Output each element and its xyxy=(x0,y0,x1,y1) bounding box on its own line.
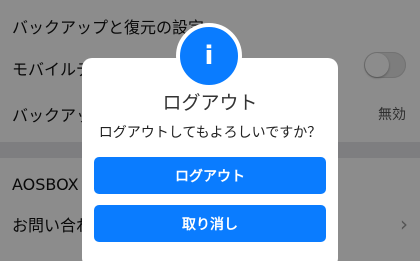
dialog-title: ログアウト xyxy=(162,92,258,114)
info-icon: i xyxy=(176,23,242,89)
dialog-message: ログアウトしてもよろしいですか？ xyxy=(98,125,322,141)
cancel-button[interactable]: 取り消し xyxy=(94,205,326,242)
logout-button[interactable]: ログアウト xyxy=(94,157,326,194)
info-icon-glyph: i xyxy=(204,41,214,71)
settings-screen: バックアップと復元の設定 モバイルデ バックアッ 無効 AOSBOX お問い合わ… xyxy=(0,0,420,261)
